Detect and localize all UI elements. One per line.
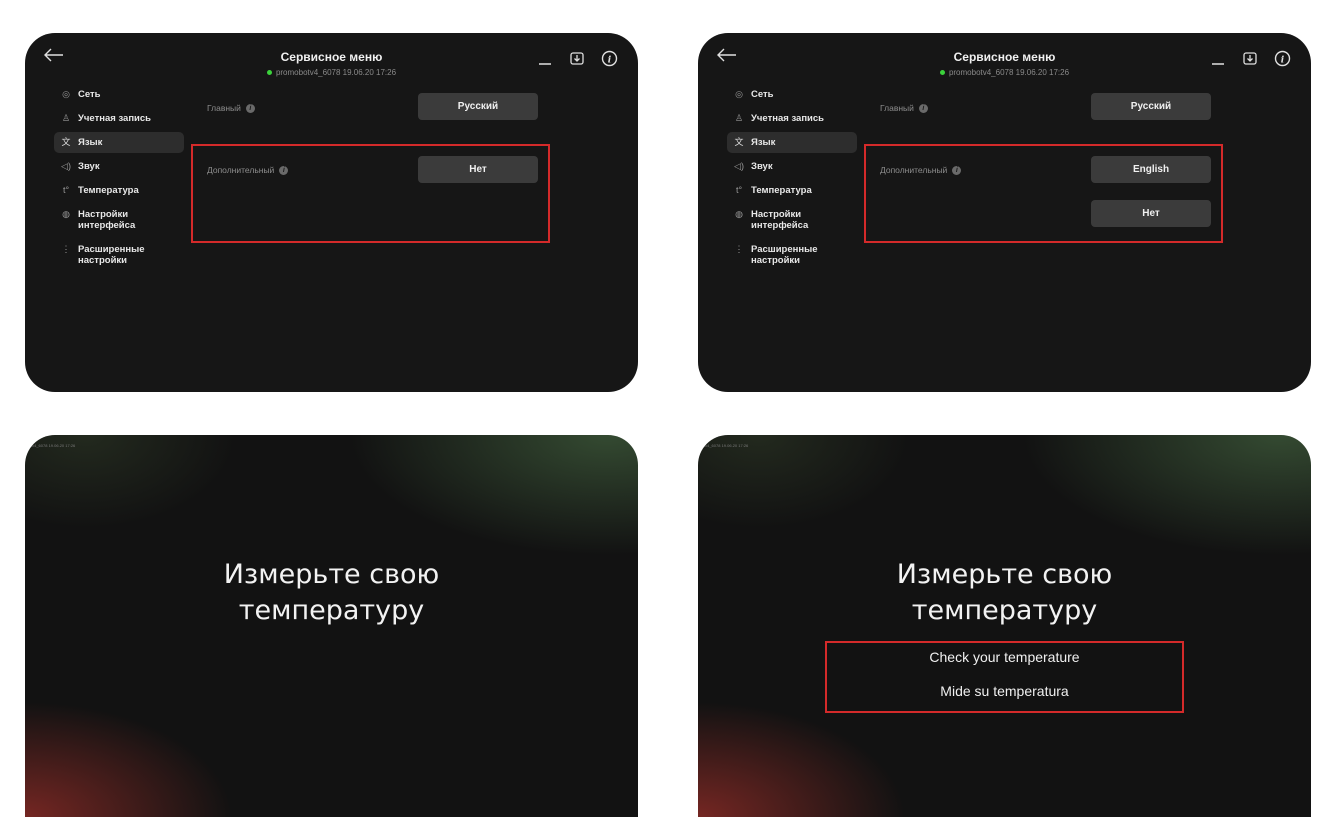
info-icon[interactable]: i — [600, 49, 618, 67]
thermometer-icon: t° — [735, 185, 743, 195]
primary-language-text: Главный — [207, 103, 241, 113]
online-dot-icon — [266, 70, 272, 76]
translation-line-english: Check your temperature — [929, 649, 1080, 665]
secondary-language-label: Дополнительный i — [207, 165, 289, 176]
secondary-language-text: Дополнительный — [880, 165, 948, 175]
sound-icon: ◁) — [734, 161, 744, 171]
language-icon: 文 — [61, 137, 71, 147]
device-status: promobotv4_6078 19.06.20 17:26 — [698, 68, 1311, 77]
download-icon[interactable] — [568, 49, 586, 67]
screen-heading-line-1: Измерьте свою — [896, 559, 1113, 590]
sidebar: ◎ Сеть ♙ Учетная запись 文 Язык ◁) Звук t° Тем… — [54, 84, 184, 274]
sidebar-item-label: Расширенные настройки — [78, 244, 145, 266]
svg-text:i: i — [607, 55, 611, 65]
sidebar-item-sound[interactable]: ◁) Звук — [727, 156, 857, 177]
device-status: promobotv4_6078 19.06.20 17:26 — [25, 68, 638, 77]
device-status-text: promobotv4_6078 19.06.20 17:26 — [275, 68, 397, 77]
screen-heading-line-2: температуру — [238, 595, 425, 626]
sidebar: ◎ Сеть ♙ Учетная запись 文 Язык ◁) Звук t° Тем… — [727, 84, 857, 274]
sidebar-item-advanced[interactable]: ⋮ Расширенные настройки — [54, 239, 184, 271]
secondary-language-label: Дополнительный i — [880, 165, 962, 176]
primary-language-button[interactable]: Русский — [418, 93, 538, 120]
translation-line-spanish: Mide su temperatura — [940, 683, 1069, 699]
robot-screen-panel-2: tv4_6078 19.06.20 17:26 Измерьте свою те… — [698, 435, 1311, 817]
online-dot-icon — [939, 70, 945, 76]
sidebar-item-account[interactable]: ♙ Учетная запись — [54, 108, 184, 129]
sidebar-item-label: Настройки интерфейса — [78, 209, 136, 231]
user-icon: ♙ — [734, 113, 744, 123]
secondary-language-text: Дополнительный — [207, 165, 275, 175]
secondary-language-option-english[interactable]: English — [1091, 156, 1211, 183]
primary-language-text: Главный — [880, 103, 914, 113]
service-menu-panel-1: Сервисное меню promobotv4_6078 19.06.20 … — [25, 33, 638, 392]
screen-heading-line-2: температуру — [911, 595, 1098, 626]
sidebar-item-account[interactable]: ♙ Учетная запись — [727, 108, 857, 129]
sidebar-item-language[interactable]: 文 Язык — [54, 132, 184, 153]
sidebar-item-language[interactable]: 文 Язык — [727, 132, 857, 153]
palette-icon: ◍ — [62, 209, 70, 219]
vertical-dots-icon: ⋮ — [734, 244, 744, 254]
minimize-icon[interactable] — [1209, 49, 1227, 67]
secondary-language-option-none[interactable]: Нет — [1091, 200, 1211, 227]
sidebar-item-label: Язык — [751, 137, 776, 148]
palette-icon: ◍ — [735, 209, 743, 219]
user-icon: ♙ — [61, 113, 71, 123]
globe-icon: ◎ — [62, 89, 70, 99]
info-icon[interactable]: i — [1273, 49, 1291, 67]
info-badge-icon[interactable]: i — [279, 166, 289, 176]
device-id-text: tv4_6078 19.06.20 17:26 — [704, 443, 749, 448]
sidebar-item-label: Звук — [78, 161, 100, 172]
sidebar-item-label: Расширенные настройки — [751, 244, 818, 266]
sidebar-item-interface[interactable]: ◍ Настройки интерфейса — [54, 204, 184, 236]
sidebar-item-label: Настройки интерфейса — [751, 209, 809, 231]
sidebar-item-label: Учетная запись — [751, 113, 825, 124]
sidebar-item-label: Звук — [751, 161, 773, 172]
top-toolbar: i — [536, 49, 618, 67]
language-icon: 文 — [734, 137, 744, 147]
sidebar-item-network[interactable]: ◎ Сеть — [727, 84, 857, 105]
primary-language-button[interactable]: Русский — [1091, 93, 1211, 120]
screen-heading: Измерьте свою температуру — [25, 557, 638, 629]
vertical-dots-icon: ⋮ — [61, 244, 71, 254]
sidebar-item-label: Сеть — [751, 89, 774, 100]
top-toolbar: i — [1209, 49, 1291, 67]
thermometer-icon: t° — [62, 185, 70, 195]
sidebar-item-temperature[interactable]: t° Температура — [727, 180, 857, 201]
sidebar-item-label: Язык — [78, 137, 103, 148]
sidebar-item-advanced[interactable]: ⋮ Расширенные настройки — [727, 239, 857, 271]
primary-language-label: Главный i — [207, 103, 255, 114]
sidebar-item-interface[interactable]: ◍ Настройки интерфейса — [727, 204, 857, 236]
sidebar-item-label: Температура — [78, 185, 139, 196]
svg-text:i: i — [1280, 55, 1284, 65]
sidebar-item-network[interactable]: ◎ Сеть — [54, 84, 184, 105]
device-id-text: tv4_6078 19.06.20 17:26 — [31, 443, 76, 448]
screen-heading-line-1: Измерьте свою — [223, 559, 440, 590]
primary-language-label: Главный i — [880, 103, 928, 114]
download-icon[interactable] — [1241, 49, 1259, 67]
info-badge-icon[interactable]: i — [952, 166, 962, 176]
info-badge-icon[interactable]: i — [918, 104, 928, 114]
device-status-text: promobotv4_6078 19.06.20 17:26 — [948, 68, 1070, 77]
sidebar-item-label: Сеть — [78, 89, 101, 100]
sound-icon: ◁) — [61, 161, 71, 171]
screen-heading: Измерьте свою температуру — [698, 557, 1311, 629]
sidebar-item-label: Температура — [751, 185, 812, 196]
globe-icon: ◎ — [735, 89, 743, 99]
minimize-icon[interactable] — [536, 49, 554, 67]
info-badge-icon[interactable]: i — [245, 104, 255, 114]
sidebar-item-temperature[interactable]: t° Температура — [54, 180, 184, 201]
service-menu-panel-2: Сервисное меню promobotv4_6078 19.06.20 … — [698, 33, 1311, 392]
sidebar-item-label: Учетная запись — [78, 113, 152, 124]
secondary-language-button[interactable]: Нет — [418, 156, 538, 183]
robot-screen-panel-1: tv4_6078 19.06.20 17:26 Измерьте свою те… — [25, 435, 638, 817]
sidebar-item-sound[interactable]: ◁) Звук — [54, 156, 184, 177]
